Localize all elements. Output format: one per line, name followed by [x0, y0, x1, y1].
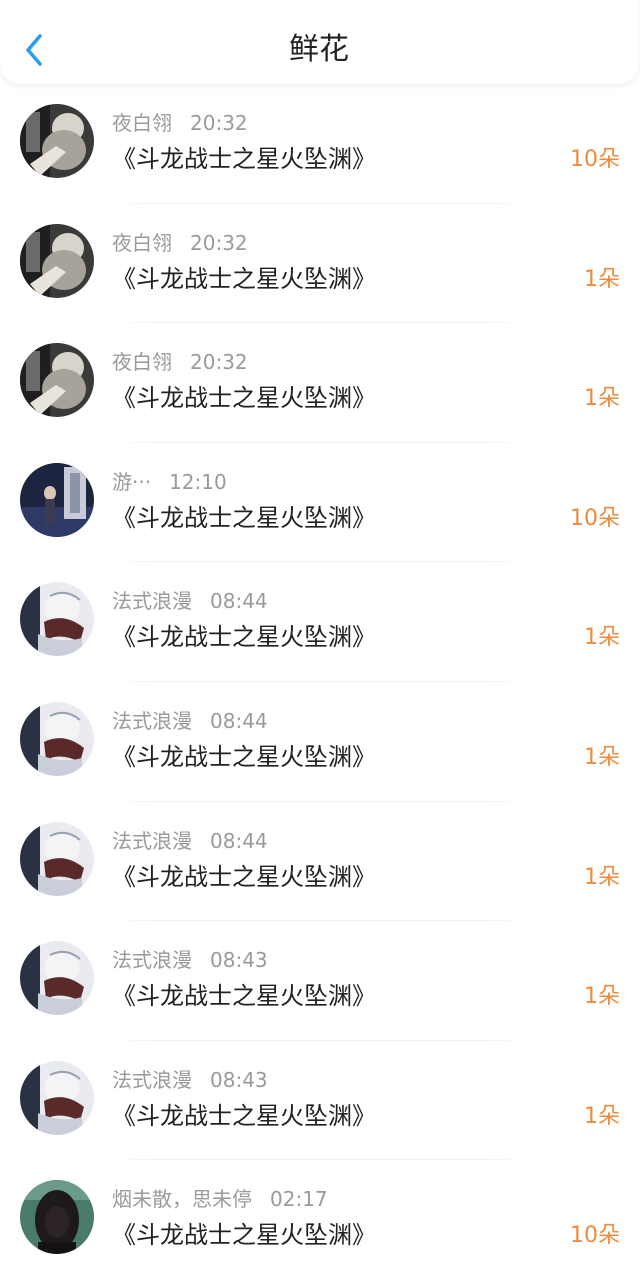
flower-count: 1朵 [584, 625, 620, 651]
flower-count: 1朵 [584, 386, 620, 412]
record-meta: 夜白翎 20:32 [112, 349, 248, 375]
work-title[interactable]: 《斗龙战士之星火坠渊》 [112, 1218, 376, 1252]
avatar[interactable] [20, 941, 94, 1016]
username[interactable]: 夜白翎 [112, 111, 172, 135]
flowers-page: 鲜花 夜白翎 20:32 《斗龙战士之星火坠渊》 10朵 夜白翎 20:32 《… [0, 0, 640, 1264]
list-item[interactable]: 夜白翎 20:32 《斗龙战士之星火坠渊》 1朵 [0, 323, 640, 443]
avatar[interactable] [20, 462, 94, 537]
avatar[interactable] [20, 343, 94, 418]
list-item[interactable]: 夜白翎 20:32 《斗龙战士之星火坠渊》 1朵 [0, 204, 640, 324]
username[interactable]: 法式浪漫 [112, 589, 192, 613]
flower-count: 1朵 [584, 744, 620, 770]
timestamp: 08:44 [210, 828, 268, 853]
timestamp: 02:17 [270, 1187, 328, 1212]
username[interactable]: 法式浪漫 [112, 948, 192, 972]
list-item[interactable]: 法式浪漫 08:44 《斗龙战士之星火坠渊》 1朵 [0, 802, 640, 922]
work-title[interactable]: 《斗龙战士之星火坠渊》 [112, 1099, 376, 1133]
timestamp: 08:43 [210, 948, 268, 973]
avatar[interactable] [20, 104, 94, 178]
timestamp: 12:10 [169, 469, 227, 494]
record-meta: 法式浪漫 08:43 [112, 947, 268, 973]
flower-count: 1朵 [584, 984, 620, 1010]
avatar[interactable] [20, 701, 94, 776]
timestamp: 08:44 [210, 589, 268, 614]
username[interactable]: 法式浪漫 [112, 1068, 192, 1092]
timestamp: 20:32 [190, 350, 248, 375]
work-title[interactable]: 《斗龙战士之星火坠渊》 [112, 262, 376, 296]
username[interactable]: 夜白翎 [112, 231, 172, 255]
username[interactable]: 游··· [112, 470, 151, 494]
username[interactable]: 烟未散，思未停 [112, 1187, 252, 1211]
work-title[interactable]: 《斗龙战士之星火坠渊》 [112, 860, 376, 894]
list-item[interactable]: 游··· 12:10 《斗龙战士之星火坠渊》 10朵 [0, 443, 640, 563]
record-meta: 夜白翎 20:32 [112, 230, 248, 256]
timestamp: 08:43 [210, 1067, 268, 1092]
username[interactable]: 法式浪漫 [112, 709, 192, 733]
list-item[interactable]: 法式浪漫 08:43 《斗龙战士之星火坠渊》 1朵 [0, 921, 640, 1041]
list-item[interactable]: 法式浪漫 08:43 《斗龙战士之星火坠渊》 1朵 [0, 1041, 640, 1161]
username[interactable]: 夜白翎 [112, 350, 172, 374]
flower-count: 1朵 [584, 1103, 620, 1129]
record-meta: 游··· 12:10 [112, 469, 227, 495]
avatar[interactable] [20, 1180, 94, 1255]
list-item[interactable]: 法式浪漫 08:44 《斗龙战士之星火坠渊》 1朵 [0, 682, 640, 802]
work-title[interactable]: 《斗龙战士之星火坠渊》 [112, 620, 376, 654]
timestamp: 20:32 [190, 230, 248, 255]
page-title: 鲜花 [289, 32, 349, 67]
flower-count: 10朵 [570, 147, 620, 172]
flower-count: 1朵 [584, 266, 620, 292]
avatar[interactable] [20, 582, 94, 657]
work-title[interactable]: 《斗龙战士之星火坠渊》 [112, 142, 376, 176]
top-nav-bar: 鲜花 [0, 0, 638, 84]
record-meta: 法式浪漫 08:43 [112, 1067, 268, 1093]
record-meta: 法式浪漫 08:44 [112, 828, 268, 854]
username[interactable]: 法式浪漫 [112, 829, 192, 853]
flower-record-list: 夜白翎 20:32 《斗龙战士之星火坠渊》 10朵 夜白翎 20:32 《斗龙战… [0, 84, 640, 1264]
record-meta: 夜白翎 20:32 [112, 110, 248, 136]
work-title[interactable]: 《斗龙战士之星火坠渊》 [112, 740, 376, 774]
timestamp: 20:32 [190, 111, 248, 135]
flower-count: 10朵 [570, 505, 620, 531]
flower-count: 1朵 [584, 864, 620, 890]
work-title[interactable]: 《斗龙战士之星火坠渊》 [112, 979, 376, 1013]
work-title[interactable]: 《斗龙战士之星火坠渊》 [112, 381, 376, 415]
list-item[interactable]: 夜白翎 20:32 《斗龙战士之星火坠渊》 10朵 [0, 84, 640, 204]
work-title[interactable]: 《斗龙战士之星火坠渊》 [112, 501, 376, 535]
flower-count: 10朵 [570, 1223, 620, 1249]
timestamp: 08:44 [210, 708, 268, 733]
record-meta: 法式浪漫 08:44 [112, 708, 268, 734]
record-meta: 烟未散，思未停 02:17 [112, 1186, 328, 1212]
avatar[interactable] [20, 821, 94, 896]
list-item[interactable]: 法式浪漫 08:44 《斗龙战士之星火坠渊》 1朵 [0, 562, 640, 682]
avatar[interactable] [20, 1060, 94, 1135]
list-item[interactable]: 烟未散，思未停 02:17 《斗龙战士之星火坠渊》 10朵 [0, 1160, 640, 1264]
record-meta: 法式浪漫 08:44 [112, 588, 268, 614]
avatar[interactable] [20, 223, 94, 298]
